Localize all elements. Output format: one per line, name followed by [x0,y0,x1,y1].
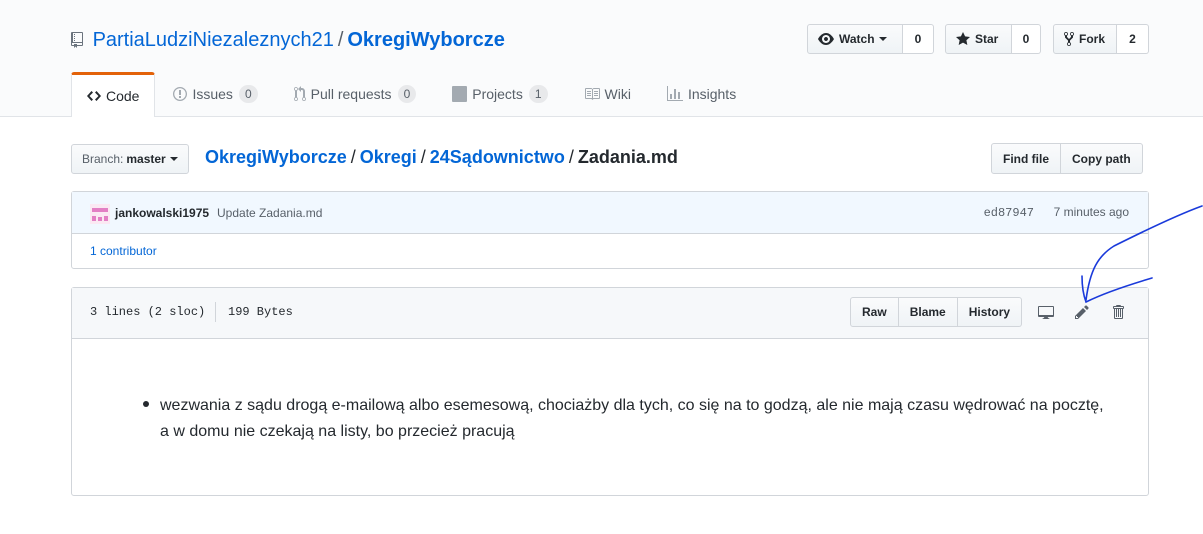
breadcrumb-file-name: Zadania.md [577,147,678,167]
breadcrumb-okregi-link[interactable]: Okregi [360,147,417,167]
file-header: 3 lines (2 sloc) 199 Bytes Raw Blame His… [72,288,1148,339]
commit-sha-link[interactable]: ed87947 [984,206,1034,220]
watch-count[interactable]: 0 [903,24,934,54]
blame-button[interactable]: Blame [898,297,958,327]
graph-icon [666,86,683,101]
chevron-down-icon [878,37,887,41]
tab-projects-count: 1 [528,85,548,103]
tab-pull-requests-label: Pull requests [310,86,392,102]
code-icon [87,91,101,101]
pull-request-icon [293,86,306,102]
breadcrumb-separator: / [420,147,426,167]
fork-button[interactable]: Fork [1053,24,1117,54]
tab-issues[interactable]: Issues 0 [155,72,275,116]
commit-message-link[interactable]: Update Zadania.md [217,206,322,220]
contributors-link[interactable]: 1 contributor [90,244,157,258]
tab-insights[interactable]: Insights [649,72,754,116]
breadcrumb-separator: / [350,147,356,167]
list-item: wezwania z sądu drogą e-mailową albo ese… [160,397,1104,440]
tab-issues-label: Issues [192,86,233,102]
file-size: 199 Bytes [228,305,293,319]
fork-group: Fork 2 [1053,24,1149,54]
tab-insights-label: Insights [687,86,737,102]
tab-wiki[interactable]: Wiki [566,72,649,116]
copy-path-button[interactable]: Copy path [1061,143,1143,174]
file-container: 3 lines (2 sloc) 199 Bytes Raw Blame His… [71,287,1149,496]
tab-projects-label: Projects [472,86,523,102]
repo-nav-tabs: Code Issues 0 Pull requests 0 Projects 1… [71,72,754,117]
fork-label: Fork [1079,32,1106,46]
watch-button[interactable]: Watch [807,24,903,54]
breadcrumb: OkregiWyborcze / Okregi/24Sądownictwo / Zada… [205,146,678,168]
issue-icon [173,87,188,101]
repo-name-link[interactable]: OkregiWyborcze [347,29,504,51]
fork-icon [1064,31,1074,47]
hand-drawn-arrow-annotation [1081,205,1203,304]
history-button[interactable]: History [957,297,1023,327]
repo-owner-link[interactable]: PartiaLudziNiezaleznych21 [93,29,334,51]
watch-group: Watch 0 [807,24,934,54]
commit-author-link[interactable]: jankowalski1975 [115,206,209,220]
list-bullet [143,401,149,407]
project-icon [452,86,468,102]
branch-name: master [126,152,166,166]
tab-projects[interactable]: Projects 1 [434,72,565,116]
star-count[interactable]: 0 [1012,24,1041,54]
commit-tease: jankowalski1975 Update Zadania.md ed8794… [71,191,1149,269]
star-button[interactable]: Star [945,24,1012,54]
tab-pull-requests[interactable]: Pull requests 0 [276,72,435,116]
desktop-icon[interactable] [1036,302,1056,322]
raw-button[interactable]: Raw [850,297,899,327]
tab-code[interactable]: Code [71,72,156,117]
commit-summary: jankowalski1975 Update Zadania.md ed8794… [72,192,1148,234]
file-action-buttons: Raw Blame History [850,297,1023,327]
file-line-count: 3 lines (2 sloc) [90,302,217,322]
repo-separator: / [337,29,344,51]
star-icon [956,32,970,45]
tab-issues-count: 0 [238,85,258,103]
file-nav-buttons: Find file Copy path [991,143,1143,174]
branch-prefix: Branch: [82,152,124,166]
eye-icon [818,33,834,45]
find-file-button[interactable]: Find file [991,143,1061,174]
book-icon [584,88,600,100]
tab-wiki-label: Wiki [604,86,631,102]
star-label: Star [975,32,999,46]
watch-label: Watch [839,32,875,46]
tab-pull-requests-count: 0 [397,85,417,103]
repo-title: PartiaLudziNiezaleznych21/OkregiWyborcze [71,27,505,55]
star-group: Star 0 [945,24,1041,54]
breadcrumb-separator: / [568,147,574,167]
avatar[interactable] [90,204,110,224]
breadcrumb-folder-link[interactable]: 24Sądownictwo [430,147,565,167]
repo-header: PartiaLudziNiezaleznych21/OkregiWyborcze… [0,0,1203,117]
branch-select-button[interactable]: Branch: master [71,144,189,174]
breadcrumb-repo-link[interactable]: OkregiWyborcze [205,147,347,167]
repo-icon [71,29,83,55]
chevron-down-icon [169,157,178,161]
tab-code-label: Code [106,88,140,104]
fork-count[interactable]: 2 [1117,24,1149,54]
